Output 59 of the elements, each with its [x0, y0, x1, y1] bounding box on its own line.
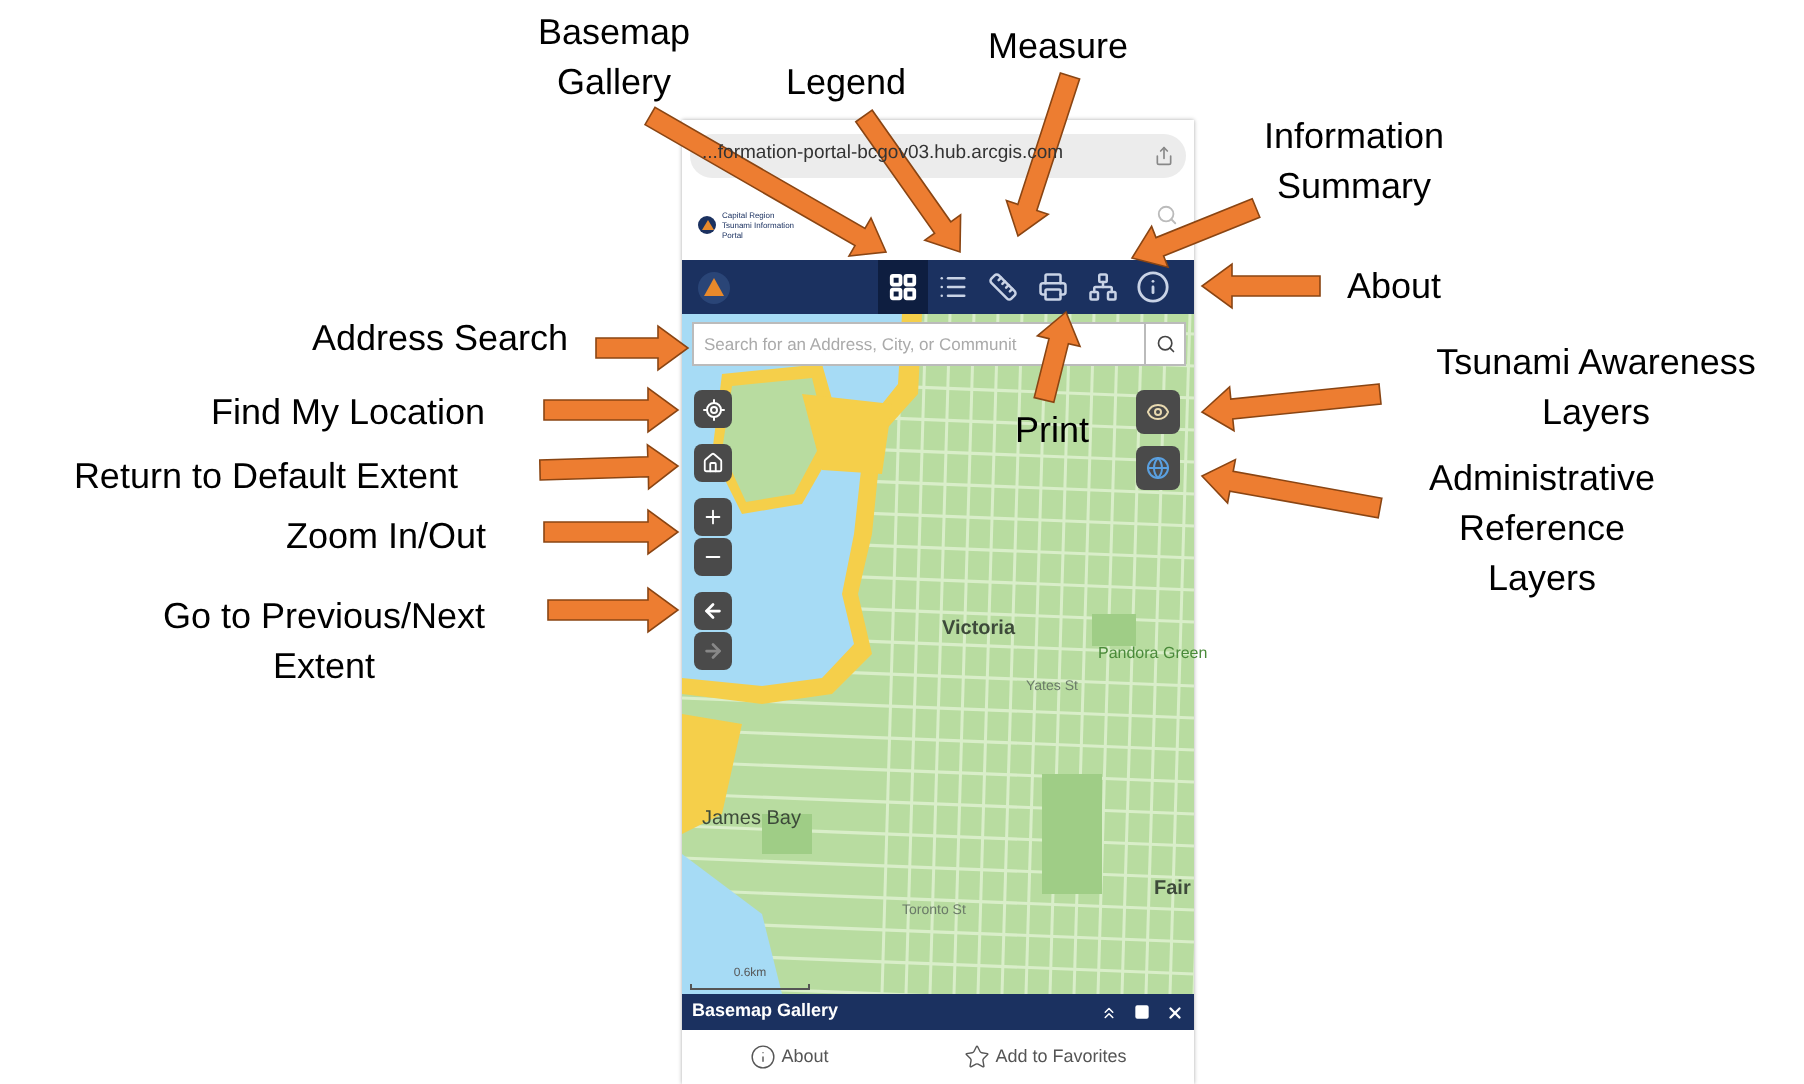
place-label: James Bay: [702, 806, 801, 834]
network-icon: [1088, 272, 1118, 302]
close-icon[interactable]: [1166, 1003, 1184, 1021]
eye-icon: [1146, 400, 1170, 424]
app-logo-icon: [698, 271, 730, 303]
park-label: Pandora Green: [1098, 642, 1208, 666]
place-label: Fair: [1154, 876, 1191, 904]
callout-label: Find My Location: [208, 390, 488, 436]
callout-arrow: [543, 386, 680, 434]
collapse-icon[interactable]: [1100, 1003, 1118, 1021]
plus-icon: [702, 506, 724, 528]
maximize-icon[interactable]: [1134, 1004, 1150, 1020]
callout-label: Address Search: [309, 316, 571, 362]
callout-label: Zoom In/Out: [283, 514, 489, 560]
locate-icon: [701, 397, 725, 421]
callout-arrow: [1033, 310, 1082, 404]
home-button[interactable]: [694, 444, 732, 482]
info-icon: [749, 1044, 776, 1070]
ruler-icon: [988, 272, 1018, 302]
zoom-in-button[interactable]: [694, 498, 732, 536]
callout-label: Measure: [985, 24, 1131, 70]
callout-label: Information Summary: [1261, 114, 1447, 210]
scale-bar: [690, 984, 810, 990]
callout-label: Administrative Reference Layers: [1426, 456, 1658, 602]
callout-label: About: [1344, 264, 1444, 310]
callout-arrow: [543, 508, 680, 556]
locate-button[interactable]: [694, 390, 732, 428]
callout-label: Basemap Gallery: [535, 10, 693, 106]
callout-label: Print: [1012, 408, 1091, 454]
tsunami-layers-button[interactable]: [1136, 390, 1180, 434]
callout-label: Legend: [783, 60, 909, 106]
callout-label: Tsunami Awareness Layers: [1434, 340, 1758, 436]
home-icon: [702, 452, 724, 474]
left-arrow-icon: [702, 600, 724, 622]
callout-label: Go to Previous/Next Extent: [160, 594, 488, 690]
zoom-out-button[interactable]: [694, 538, 732, 576]
info-icon: [1136, 270, 1170, 304]
share-icon[interactable]: [1154, 145, 1174, 165]
place-label: Victoria: [942, 616, 1015, 644]
grid-tool[interactable]: [878, 260, 928, 314]
list-icon: [938, 272, 968, 302]
callout-arrow: [547, 586, 680, 634]
panel-title: Basemap Gallery: [692, 998, 841, 1025]
logo-icon: [698, 216, 716, 234]
search-button[interactable]: [1146, 322, 1186, 366]
previous-extent-button[interactable]: [694, 592, 732, 630]
printer-icon: [1038, 272, 1068, 302]
favorite-button[interactable]: Add to Favorites: [963, 1043, 1127, 1071]
address-search-field[interactable]: Search for an Address, City, or Communit: [692, 322, 1146, 366]
grid-icon: [888, 272, 918, 302]
right-arrow-icon: [702, 640, 724, 662]
globe-icon: [1146, 456, 1170, 480]
search-icon: [1155, 334, 1175, 354]
callout-arrow: [595, 324, 690, 372]
admin-layers-button[interactable]: [1136, 446, 1180, 490]
star-icon: [963, 1044, 990, 1070]
about-button[interactable]: About: [749, 1043, 829, 1071]
callout-label: Return to Default Extent: [71, 454, 461, 500]
callout-arrow: [539, 443, 680, 491]
